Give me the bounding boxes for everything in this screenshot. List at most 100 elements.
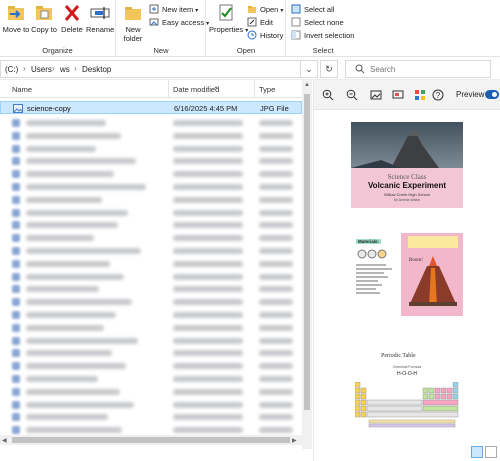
breadcrumb-drive[interactable]: (C:) [5,65,18,74]
blurred-file-row[interactable] [0,154,302,167]
breadcrumb-users[interactable]: Users [31,65,52,74]
blurred-date [173,350,243,357]
new-item-button[interactable]: New item ▾ [149,4,198,16]
preview-toggle[interactable] [485,90,499,99]
zoom-out-icon[interactable] [346,89,358,101]
blurred-date [173,376,243,382]
blurred-type [259,312,293,318]
properties-icon [219,4,233,21]
refresh-button[interactable]: ↻ [320,60,338,78]
blurred-name [26,222,118,229]
vertical-scrollbar[interactable]: ▲ [302,80,312,449]
open-button[interactable]: Open ▾ [247,4,283,16]
blurred-file-row[interactable] [0,231,302,244]
blurred-file-row[interactable] [0,346,302,359]
new-folder-button[interactable]: New folder [119,3,147,43]
file-icon [12,183,20,191]
blurred-date [173,248,243,254]
blurred-file-row[interactable] [0,142,302,155]
blurred-file-row[interactable] [0,385,302,398]
scroll-right-icon[interactable]: ▶ [292,437,297,444]
zoom-in-icon[interactable] [322,89,334,101]
slide-title-line1: Science Class [387,173,427,181]
blurred-type [259,388,293,395]
blurred-file-row[interactable] [0,359,302,372]
address-bar[interactable]: (C:) › Users › ws › Desktop [0,60,302,78]
column-divider[interactable] [254,80,255,98]
group-new: New folder New item ▾ Easy access ▾ New [117,0,209,57]
column-header-type[interactable]: Type [259,85,275,94]
breadcrumb-separator-icon: › [23,64,26,73]
vertical-scrollbar-thumb[interactable] [304,94,310,410]
slideshow-icon[interactable] [392,89,404,101]
blurred-date [173,235,243,242]
file-type: JPG File [260,104,289,113]
blurred-file-row[interactable] [0,257,302,270]
blurred-file-row[interactable] [0,295,302,308]
apps-icon[interactable] [414,89,426,101]
new-item-caret-icon: ▾ [195,8,199,14]
blurred-file-row[interactable] [0,398,302,411]
blurred-file-row[interactable] [0,129,302,142]
scroll-up-icon[interactable]: ▲ [304,82,310,88]
file-list: Name ⌃ Date modified Type science-copy 6… [0,80,313,461]
rename-button[interactable]: Rename [86,3,114,34]
address-dropdown-button[interactable]: ⌄ [300,60,318,78]
blurred-file-row[interactable] [0,282,302,295]
blurred-name [26,132,121,139]
blurred-date [173,132,243,139]
breadcrumb-user[interactable]: ws [60,65,70,74]
easy-access-icon [149,18,159,26]
history-button[interactable]: History [247,30,283,42]
file-row-selected[interactable]: science-copy 6/16/2025 4:45 PM JPG File [0,101,302,114]
select-all-label: Select all [304,5,335,14]
copy-to-button[interactable]: Copy to [30,3,58,34]
group-label-select: Select [312,46,334,55]
blurred-type [259,184,293,190]
blurred-file-row[interactable] [0,308,302,321]
invert-selection-button[interactable]: Invert selection [291,30,354,42]
blurred-file-row[interactable] [0,206,302,219]
blurred-file-row[interactable] [0,167,302,180]
svg-text:?: ? [436,91,441,100]
blurred-file-row[interactable] [0,334,302,347]
help-icon[interactable]: ? [432,89,444,101]
open-label: Open [260,5,279,14]
blurred-date [173,388,243,395]
select-none-button[interactable]: Select none [291,17,344,29]
blurred-file-row[interactable] [0,193,302,206]
material-item [356,264,386,266]
easy-access-button[interactable]: Easy access ▾ [149,17,209,29]
large-icons-view-button[interactable] [485,446,497,458]
blurred-type [259,286,293,293]
blurred-file-row[interactable] [0,116,302,129]
blurred-date [173,273,243,280]
select-all-button[interactable]: Select all [291,4,334,16]
blurred-file-row[interactable] [0,372,302,385]
horizontal-scrollbar[interactable]: ◀ ▶ [0,435,302,445]
blurred-file-row[interactable] [0,218,302,231]
blurred-file-row[interactable] [0,321,302,334]
column-header-row: Name ⌃ Date modified Type [0,80,302,98]
breadcrumb-desktop[interactable]: Desktop [82,65,111,74]
blurred-file-row[interactable] [0,270,302,283]
column-divider[interactable] [168,80,169,98]
blurred-type [259,196,293,203]
blurred-file-row[interactable] [0,180,302,193]
search-input[interactable]: Search [345,60,491,78]
group-select: Select all Select none Invert selection … [287,0,359,57]
blurred-file-row[interactable] [0,244,302,257]
blurred-type [259,376,293,382]
image-edit-icon[interactable] [370,89,382,101]
properties-button[interactable]: Properties ▾ [209,3,248,36]
blurred-name [26,388,120,395]
horizontal-scrollbar-thumb[interactable] [12,437,290,443]
column-header-date[interactable]: Date modified [173,85,219,94]
details-view-button[interactable] [471,446,483,458]
edit-button[interactable]: Edit [247,17,273,29]
delete-button[interactable]: Delete [58,3,86,34]
scroll-left-icon[interactable]: ◀ [2,437,7,444]
move-to-button[interactable]: Move to [2,3,30,34]
blurred-file-row[interactable] [0,410,302,423]
column-header-name[interactable]: Name [12,85,32,94]
